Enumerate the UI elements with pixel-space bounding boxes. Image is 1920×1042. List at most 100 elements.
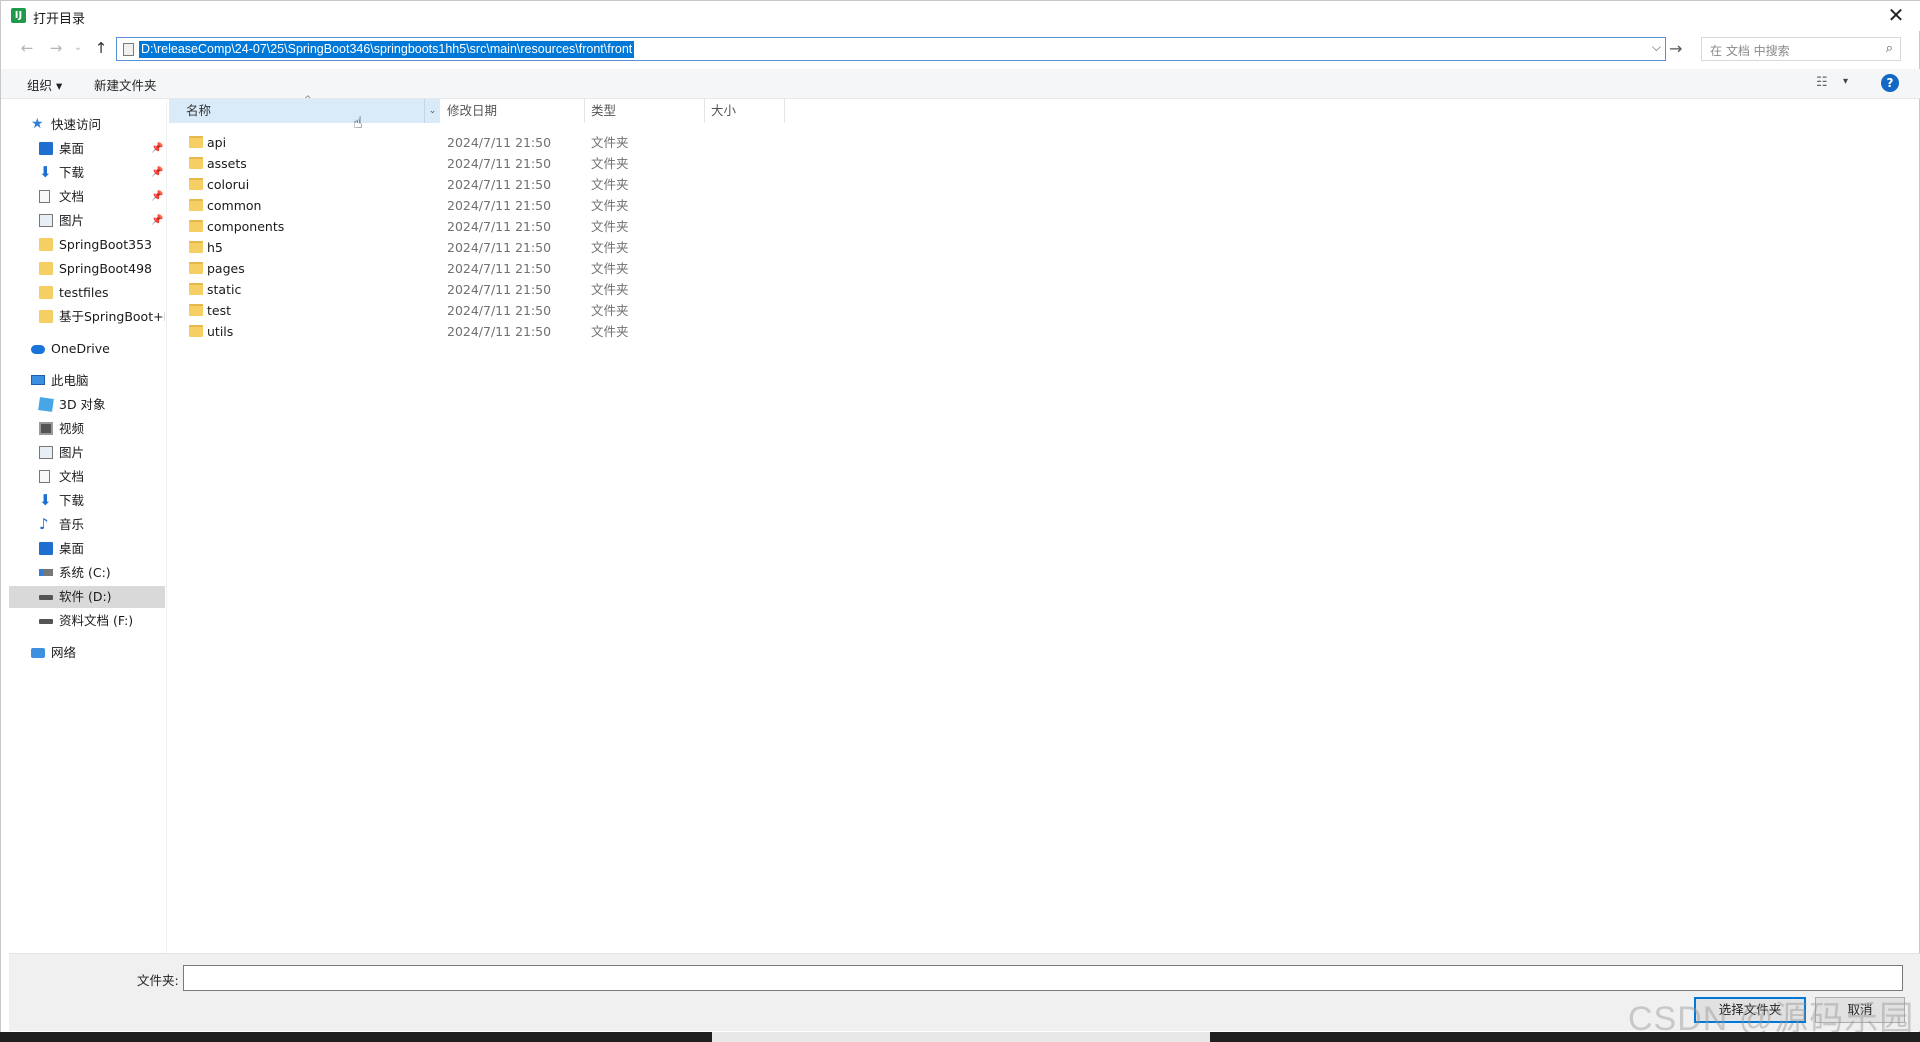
- file-name: api: [207, 135, 227, 150]
- title-bar: IJ 打开目录 ✕: [1, 1, 1920, 31]
- sidebar-item-label: 下载: [59, 165, 85, 180]
- document-icon: [39, 190, 50, 203]
- column-filter-dropdown-icon[interactable]: ⌄: [424, 99, 440, 123]
- pin-icon[interactable]: 📌: [151, 138, 163, 160]
- file-modified-date: 2024/7/11 21:50: [447, 177, 552, 192]
- search-icon[interactable]: ⌕: [1886, 41, 1893, 56]
- view-dropdown-icon[interactable]: ▾: [1843, 76, 1848, 87]
- folder-icon: [189, 220, 203, 232]
- column-header-name[interactable]: 名称: [169, 99, 425, 123]
- folder-name-input[interactable]: [183, 965, 1903, 991]
- sidebar-item[interactable]: ⬇ 下载: [9, 490, 165, 512]
- sidebar-item-label: 3D 对象: [59, 397, 106, 412]
- sidebar-item[interactable]: 此电脑: [9, 370, 165, 392]
- file-modified-date: 2024/7/11 21:50: [447, 261, 552, 276]
- folder-icon: [189, 136, 203, 148]
- file-row[interactable]: common 2024/7/11 21:50 文件夹: [181, 195, 651, 216]
- search-box[interactable]: 在 文档 中搜索 ⌕: [1701, 37, 1901, 61]
- sidebar-item-label: 视频: [59, 421, 85, 436]
- onedrive-icon: [31, 345, 45, 354]
- sidebar-item[interactable]: SpringBoot498: [9, 258, 165, 280]
- folder-icon: [189, 304, 203, 316]
- file-name: components: [207, 219, 285, 234]
- view-options-icon[interactable]: ☷: [1816, 75, 1828, 90]
- sidebar-item[interactable]: SpringBoot353: [9, 234, 165, 256]
- address-bar[interactable]: D:\releaseComp\24-07\25\SpringBoot346\sp…: [116, 37, 1666, 61]
- file-row[interactable]: test 2024/7/11 21:50 文件夹: [181, 300, 651, 321]
- sidebar-item[interactable]: testfiles: [9, 282, 165, 304]
- sidebar-item[interactable]: 桌面: [9, 538, 165, 560]
- sidebar-item[interactable]: 资料文档 (F:): [9, 610, 165, 632]
- file-modified-date: 2024/7/11 21:50: [447, 324, 552, 339]
- sidebar-item-label: 系统 (C:): [59, 565, 111, 580]
- sidebar-item[interactable]: 图片 📌: [9, 210, 165, 232]
- sidebar-item[interactable]: 桌面 📌: [9, 138, 165, 160]
- file-row[interactable]: static 2024/7/11 21:50 文件夹: [181, 279, 651, 300]
- forward-arrow-icon[interactable]: →: [45, 37, 67, 59]
- new-folder-button[interactable]: 新建文件夹: [94, 75, 157, 94]
- file-name: assets: [207, 156, 247, 171]
- recent-locations-dropdown-icon[interactable]: ⌄: [67, 37, 89, 59]
- sidebar-item-label: 基于SpringBoot+N: [59, 309, 165, 324]
- sidebar-item-label: 下载: [59, 493, 85, 508]
- sidebar-item[interactable]: 视频: [9, 418, 165, 440]
- sidebar-item[interactable]: 系统 (C:): [9, 562, 165, 584]
- file-row[interactable]: utils 2024/7/11 21:50 文件夹: [181, 321, 651, 342]
- file-name: static: [207, 282, 242, 297]
- drive-icon: [39, 619, 53, 624]
- drive-icon: [39, 595, 53, 600]
- sidebar-item-label: testfiles: [59, 285, 109, 300]
- file-row[interactable]: components 2024/7/11 21:50 文件夹: [181, 216, 651, 237]
- sidebar-item[interactable]: ⬇ 下载 📌: [9, 162, 165, 184]
- address-path-selected[interactable]: D:\releaseComp\24-07\25\SpringBoot346\sp…: [139, 41, 635, 58]
- up-arrow-icon[interactable]: ↑: [90, 37, 112, 59]
- column-size-label: 大小: [711, 103, 737, 118]
- download-icon: ⬇: [39, 491, 52, 509]
- system-drive-icon: [39, 569, 53, 576]
- sidebar-item[interactable]: ♪ 音乐: [9, 514, 165, 536]
- sidebar-item-label: 桌面: [59, 141, 85, 156]
- address-dropdown-icon[interactable]: ⌵: [1652, 40, 1661, 55]
- sidebar-item-label: 文档: [59, 469, 85, 484]
- file-row[interactable]: h5 2024/7/11 21:50 文件夹: [181, 237, 651, 258]
- sidebar-item[interactable]: 3D 对象: [9, 394, 165, 416]
- sidebar-item[interactable]: 软件 (D:): [9, 586, 165, 608]
- folder-icon: [39, 286, 53, 299]
- column-header-type[interactable]: 类型: [585, 99, 705, 123]
- pin-icon[interactable]: 📌: [151, 186, 163, 208]
- sidebar-item-label: 图片: [59, 213, 85, 228]
- folder-icon: [189, 199, 203, 211]
- file-type: 文件夹: [591, 303, 629, 318]
- file-modified-date: 2024/7/11 21:50: [447, 219, 552, 234]
- organize-button[interactable]: 组织 ▾: [27, 75, 62, 94]
- close-icon[interactable]: ✕: [1885, 4, 1907, 26]
- sidebar-item[interactable]: 网络: [9, 642, 165, 664]
- file-type: 文件夹: [591, 156, 629, 171]
- pin-icon[interactable]: 📌: [151, 210, 163, 232]
- sidebar-item-label: 图片: [59, 445, 85, 460]
- intellij-app-icon: IJ: [11, 8, 26, 23]
- folder-path-icon: [123, 43, 134, 56]
- back-arrow-icon[interactable]: ←: [16, 37, 38, 59]
- sidebar-item-label: 软件 (D:): [59, 589, 112, 604]
- sidebar-item[interactable]: 文档: [9, 466, 165, 488]
- file-row[interactable]: assets 2024/7/11 21:50 文件夹: [181, 153, 651, 174]
- column-header-size[interactable]: 大小: [705, 99, 785, 123]
- address-row: ← → ⌄ ↑ D:\releaseComp\24-07\25\SpringBo…: [1, 35, 1920, 63]
- file-type: 文件夹: [591, 324, 629, 339]
- file-row[interactable]: colorui 2024/7/11 21:50 文件夹: [181, 174, 651, 195]
- help-icon[interactable]: ?: [1881, 74, 1899, 92]
- file-modified-date: 2024/7/11 21:50: [447, 135, 552, 150]
- file-type: 文件夹: [591, 198, 629, 213]
- sidebar-item[interactable]: 基于SpringBoot+N: [9, 306, 165, 328]
- file-row[interactable]: api 2024/7/11 21:50 文件夹: [181, 132, 651, 153]
- sidebar-item[interactable]: ★ 快速访问: [9, 114, 165, 136]
- go-arrow-icon[interactable]: →: [1669, 39, 1682, 58]
- pin-icon[interactable]: 📌: [151, 162, 163, 184]
- file-name: common: [207, 198, 262, 213]
- sidebar-item[interactable]: OneDrive: [9, 338, 165, 360]
- sidebar-item[interactable]: 文档 📌: [9, 186, 165, 208]
- sidebar-item[interactable]: 图片: [9, 442, 165, 464]
- column-header-modified[interactable]: 修改日期: [441, 99, 585, 123]
- file-row[interactable]: pages 2024/7/11 21:50 文件夹: [181, 258, 651, 279]
